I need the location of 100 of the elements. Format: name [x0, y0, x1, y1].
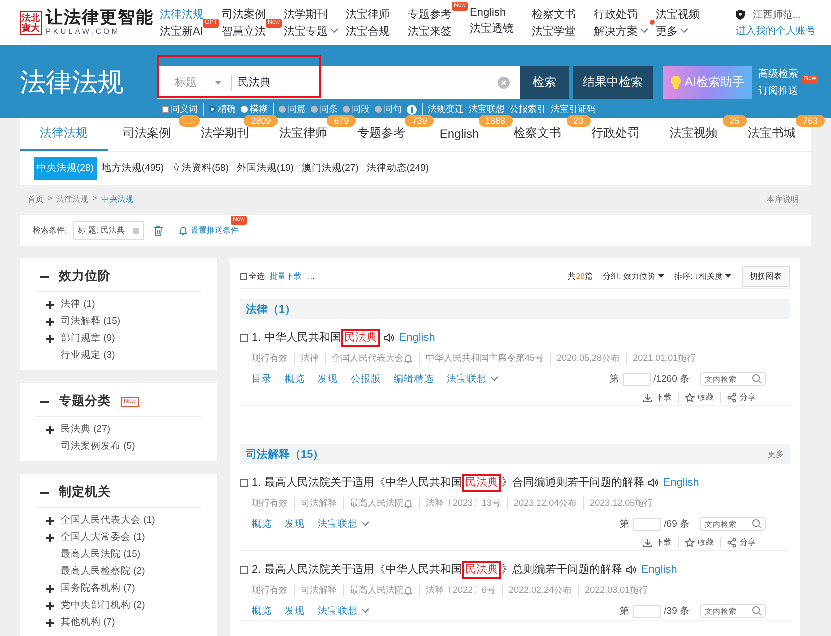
count-badge: 739: [405, 115, 434, 127]
page-total: /69 条: [664, 518, 690, 530]
filter-item[interactable]: 民法典 (27): [61, 423, 111, 436]
account-link[interactable]: 进入我的个人账号: [736, 24, 816, 38]
nav-link[interactable]: 司法案例: [222, 6, 266, 22]
option-label: 精确: [218, 103, 236, 116]
category-tab[interactable]: 司法案例: [115, 118, 180, 151]
meta-text: 最高人民法院: [350, 497, 404, 510]
nav-link[interactable]: 法宝视频: [656, 6, 700, 22]
nav-link[interactable]: 更多: [656, 24, 689, 38]
nav-link[interactable]: 法宝合规: [346, 24, 390, 38]
result-link[interactable]: 法宝联想: [318, 604, 370, 618]
filter-item[interactable]: 党中央部门机构 (2): [61, 599, 146, 612]
batch-download-link[interactable]: 批量下载: [270, 270, 302, 282]
filter-item[interactable]: 司法解释 (15): [61, 315, 121, 328]
nav-link[interactable]: 法学期刊: [284, 6, 328, 22]
result-link[interactable]: 公报版: [351, 372, 381, 386]
filter-item[interactable]: 部门规章 (9): [61, 332, 116, 345]
option-label: 模糊: [250, 103, 268, 116]
star-link[interactable]: 收藏: [678, 537, 720, 548]
filter-title: 专题分类: [59, 393, 111, 410]
filter-item[interactable]: 其他机构 (7): [61, 616, 116, 629]
count-badge: 20: [566, 115, 591, 127]
result-link[interactable]: 法宝联想: [318, 518, 370, 530]
share-link[interactable]: 分享: [720, 392, 762, 403]
option-link[interactable]: 法宝引证码: [551, 103, 596, 116]
result-link[interactable]: 编辑精选: [394, 372, 434, 386]
subcategory-tab[interactable]: 法律动态(249): [364, 157, 432, 180]
star-link[interactable]: 收藏: [678, 392, 720, 403]
nav-link[interactable]: 法宝学堂: [532, 24, 576, 38]
result-link[interactable]: 发现: [318, 372, 338, 386]
download-link[interactable]: 下载: [637, 392, 678, 403]
nav-link[interactable]: 法宝透镜: [470, 20, 514, 36]
subcategory-tab[interactable]: 澳门法规(27): [298, 157, 362, 180]
meta-text: 2021.01.01施行: [633, 352, 696, 365]
meta-text: 2023.12.05施行: [590, 497, 654, 510]
meta-text: 全国人民代表大会: [332, 352, 404, 365]
nav-link[interactable]: 法律法规: [160, 6, 204, 22]
nav-link[interactable]: 法宝律师: [346, 6, 390, 22]
filter-item[interactable]: 最高人民法院 (15): [61, 548, 141, 561]
option-link[interactable]: 公报索引: [510, 103, 546, 116]
nav-link[interactable]: 行政处罚: [594, 6, 638, 22]
category-tab[interactable]: 法律法规: [20, 118, 108, 151]
search-button[interactable]: 检索: [520, 66, 569, 99]
share-link[interactable]: 分享: [720, 537, 762, 548]
subcategory-tab[interactable]: 外国法规(19): [234, 157, 297, 180]
result-link[interactable]: 发现: [285, 518, 305, 530]
option-label: 同条: [320, 103, 338, 116]
count-badge: 763: [796, 115, 825, 127]
filter-item[interactable]: 国务院各机构 (7): [61, 582, 136, 595]
nav-link[interactable]: 专题参考: [408, 6, 452, 22]
english-link[interactable]: English: [641, 564, 678, 576]
download-link[interactable]: 下载: [637, 537, 678, 548]
section-title: 法律（1）: [246, 302, 296, 316]
search-link[interactable]: 订阅推送: [758, 84, 798, 98]
breadcrumb-separator: >: [92, 194, 98, 205]
nav-link[interactable]: 解决方案: [594, 24, 649, 38]
nav-link[interactable]: 法宝来签: [408, 24, 452, 38]
nav-link[interactable]: 法宝专题: [284, 24, 339, 38]
search-button[interactable]: 结果中检索: [573, 66, 653, 99]
condition-chip[interactable]: 标 题: 民法典: [73, 221, 144, 240]
option-link[interactable]: 法规变迁: [428, 103, 464, 116]
filter-item[interactable]: 行业规定 (3): [61, 349, 116, 362]
filter-item[interactable]: 全国人大常委会 (1): [61, 531, 146, 544]
result-link[interactable]: 概览: [285, 372, 305, 386]
breadcrumb-separator: >: [48, 194, 53, 205]
meta-text: 现行有效: [252, 352, 288, 365]
group-dropdown[interactable]: 分组: 效力位阶: [603, 270, 665, 282]
result-link[interactable]: 目录: [252, 372, 272, 386]
filter-title: 制定机关: [59, 484, 111, 501]
filter-title: 效力位阶: [59, 268, 111, 285]
english-link[interactable]: English: [663, 476, 700, 488]
meta-text: 司法解释: [301, 584, 337, 597]
sort-dropdown[interactable]: 排序: ↓相关度: [674, 270, 732, 282]
meta-text: 2020.05.28公布: [557, 352, 620, 365]
result-link[interactable]: 概览: [252, 604, 272, 618]
push-settings-link[interactable]: 设置推送条件: [178, 225, 239, 236]
nav-link[interactable]: 法宝新AI: [160, 24, 204, 38]
filter-item[interactable]: 全国人民代表大会 (1): [61, 514, 156, 527]
result-count: 共28篇: [568, 270, 594, 282]
subcategory-tab[interactable]: 地方法规(495): [98, 157, 168, 180]
result-title[interactable]: 2. 最高人民法院关于适用《中华人民共和国 民法典 》总则编若干问题的解释: [252, 558, 628, 581]
filter-item[interactable]: 法律 (1): [61, 298, 96, 311]
result-link[interactable]: 发现: [285, 604, 305, 618]
nav-link[interactable]: English: [470, 6, 506, 18]
more-link[interactable]: ...: [308, 272, 315, 280]
nav-link[interactable]: 检察文书: [532, 6, 576, 22]
filter-item[interactable]: 最高人民检察院 (2): [61, 565, 146, 578]
english-link[interactable]: English: [399, 332, 436, 344]
subcategory-tab[interactable]: 立法资料(58): [169, 157, 232, 180]
logo-seal: 法北 寶大: [20, 10, 42, 34]
result-link[interactable]: 概览: [252, 518, 272, 530]
result-title[interactable]: 1. 最高人民法院关于适用《中华人民共和国 民法典 》合同编通则若干问题的解释: [252, 471, 650, 494]
option-link[interactable]: 法宝联想: [469, 103, 505, 116]
filter-item[interactable]: 司法案例发布 (5): [61, 440, 136, 453]
nav-link[interactable]: 智慧立法: [222, 24, 266, 38]
result-title[interactable]: 1. 中华人民共和国 民法典: [252, 326, 386, 349]
switch-chart-button[interactable]: 切换图表: [742, 266, 790, 286]
count-badge: ...: [178, 115, 200, 127]
result-link[interactable]: 法宝联想: [447, 372, 499, 386]
